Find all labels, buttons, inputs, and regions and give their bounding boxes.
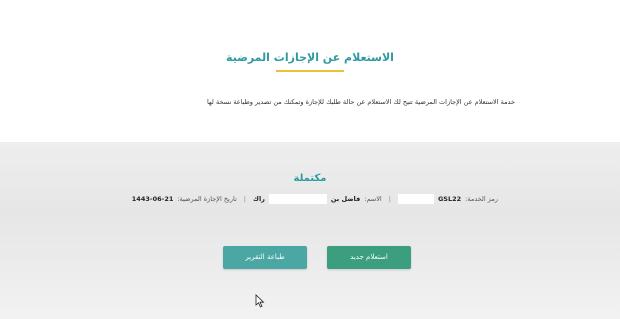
new-inquiry-button[interactable]: استعلام جديد bbox=[327, 246, 411, 269]
separator: | bbox=[388, 195, 391, 203]
service-description: خدمة الاستعلام عن الإجازات المرضية تتيح … bbox=[206, 98, 515, 106]
page-title: الاستعلام عن الإجازات المرضية bbox=[226, 51, 394, 64]
service-code-value: GSL22 bbox=[437, 195, 462, 203]
leave-date-value: 1443-06-21 bbox=[131, 195, 174, 203]
service-code-label: رمز الخدمة: bbox=[465, 195, 498, 203]
print-report-button[interactable]: طباعة التقرير bbox=[223, 246, 307, 269]
redacted-block bbox=[397, 194, 434, 204]
name-value-end: راك bbox=[252, 195, 265, 203]
status-badge: مكتملة bbox=[293, 173, 327, 184]
redacted-block bbox=[268, 194, 327, 204]
result-details: رمز الخدمة: GSL22 | الاسم: فاضل بن راك |… bbox=[132, 193, 498, 205]
name-value-start: فاضل بن bbox=[330, 195, 361, 203]
name-label: الاسم: bbox=[364, 195, 382, 203]
separator: | bbox=[243, 195, 246, 203]
page: الاستعلام عن الإجازات المرضية خدمة الاست… bbox=[0, 0, 620, 319]
mouse-pointer-icon bbox=[255, 294, 265, 308]
leave-date-label: تاريخ الإجازة المرضية: bbox=[177, 195, 237, 203]
header-section: الاستعلام عن الإجازات المرضية خدمة الاست… bbox=[0, 0, 620, 142]
title-underline bbox=[276, 70, 344, 72]
result-section: مكتملة رمز الخدمة: GSL22 | الاسم: فاضل ب… bbox=[0, 142, 620, 319]
